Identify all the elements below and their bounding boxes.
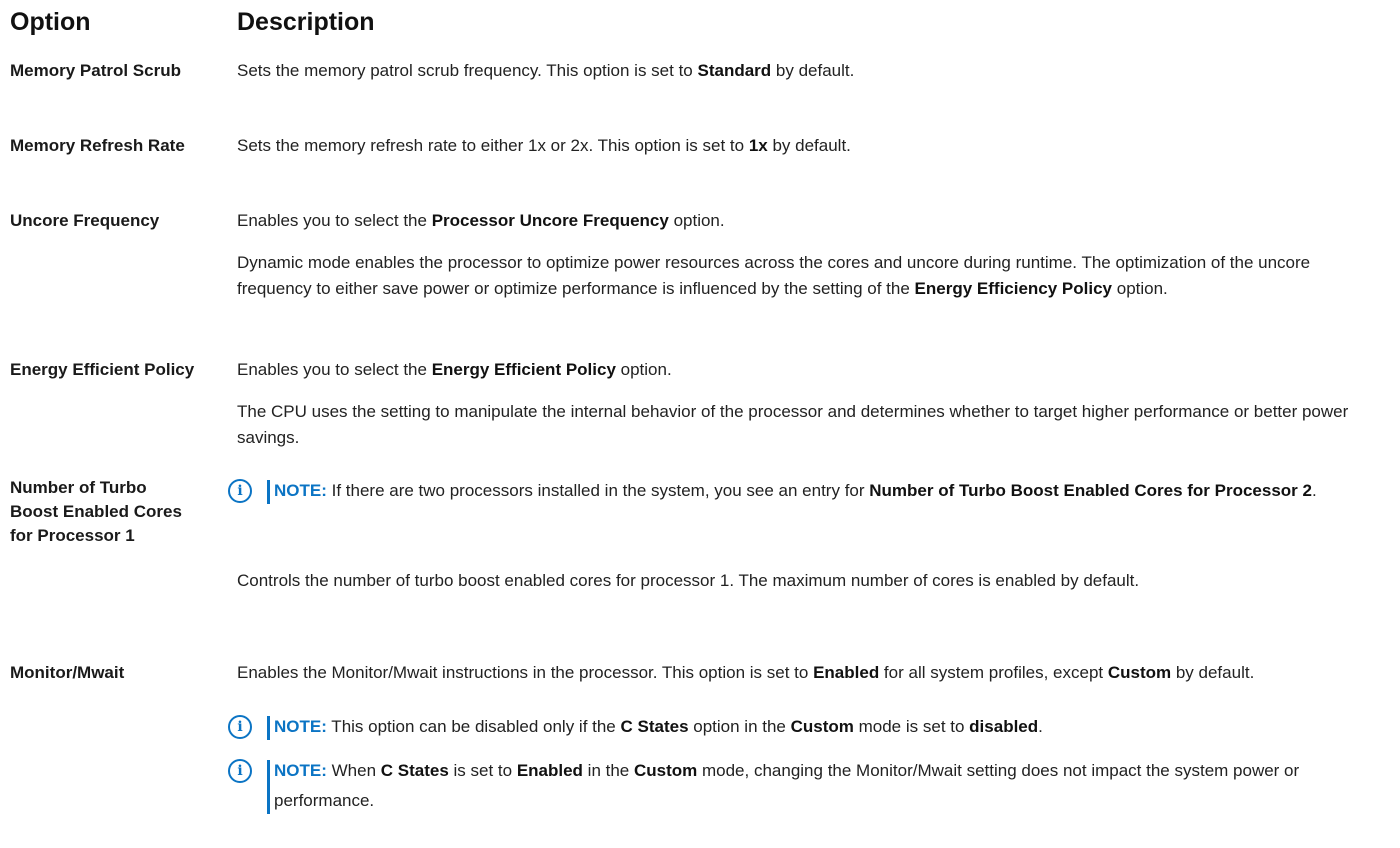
option-label: Energy Efficient Policy <box>10 360 195 379</box>
option-description-body: Controls the number of turbo boost enabl… <box>237 571 1140 590</box>
info-icon: i <box>228 715 252 739</box>
option-description: Enables you to select the Energy Efficie… <box>237 360 1349 447</box>
note-container: i NOTE: This option can be disabled only… <box>228 712 1378 816</box>
note-block: i NOTE: When C States is set to Enabled … <box>228 756 1378 816</box>
note-bar <box>267 480 270 504</box>
option-description: i NOTE: If there are two processors inst… <box>228 476 1378 506</box>
option-description: Enables you to select the Processor Unco… <box>237 211 1311 298</box>
header-option: Option <box>10 8 91 36</box>
note-bar <box>267 760 270 814</box>
note-block: i NOTE: If there are two processors inst… <box>228 476 1378 506</box>
option-label: Uncore Frequency <box>10 211 160 230</box>
option-label: Memory Refresh Rate <box>10 136 185 155</box>
header-description: Description <box>237 8 375 36</box>
option-description: Enables the Monitor/Mwait instructions i… <box>237 663 1255 682</box>
info-icon: i <box>228 759 252 783</box>
option-label: Monitor/Mwait <box>10 663 125 682</box>
note-block: i NOTE: This option can be disabled only… <box>228 712 1378 742</box>
note-bar <box>267 716 270 740</box>
option-description: Sets the memory refresh rate to either 1… <box>237 136 851 155</box>
info-icon: i <box>228 479 252 503</box>
option-description: Sets the memory patrol scrub frequency. … <box>237 61 855 80</box>
option-label: Memory Patrol Scrub <box>10 61 181 80</box>
option-label: Number of Turbo Boost Enabled Cores for … <box>10 478 182 545</box>
